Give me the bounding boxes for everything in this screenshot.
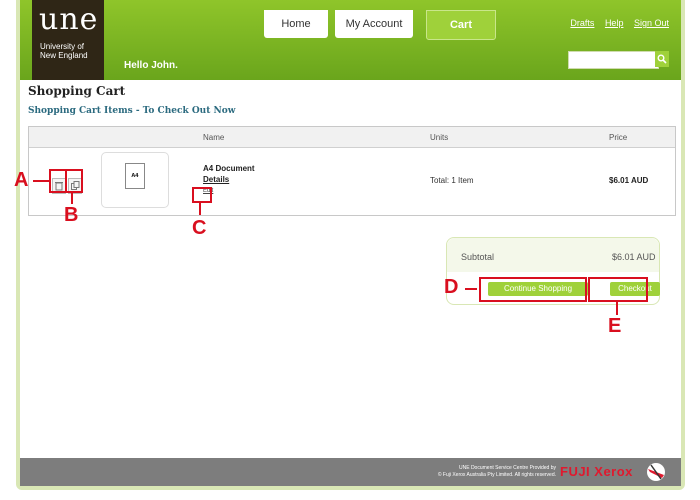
annotation-line-d [465,288,477,290]
annotation-letter-b: B [64,204,79,226]
item-units: Total: 1 Item [430,176,474,185]
tab-cart[interactable]: Cart [426,10,496,40]
tab-my-account[interactable]: My Account [335,10,413,38]
annotation-line-a [33,180,49,182]
help-link[interactable]: Help [605,18,624,28]
annotation-line-c [199,201,201,215]
subtotal-label: Subtotal [461,252,495,262]
document-thumbnail: A4 [101,152,169,208]
fuji-xerox-logo: FUJI Xerox [560,464,633,479]
column-header-name: Name [203,133,225,142]
column-header-units: Units [430,133,449,142]
search-icon[interactable] [655,51,669,67]
cart-table: Name Units Price A4 A4 Document Details … [28,126,676,216]
annotation-box-e [588,277,648,302]
page-content: une University of New England Hello John… [20,0,681,486]
section-title: Shopping Cart Items - To Check Out Now [28,106,236,116]
annotation-box-b [65,169,83,193]
tab-home[interactable]: Home [264,10,328,38]
table-header: Name Units Price [29,127,675,148]
item-name: A4 Document [203,164,255,173]
une-logo[interactable]: une University of New England [32,0,104,80]
site-header: une University of New England Hello John… [20,0,681,80]
annotation-box-d [479,277,587,302]
logo-subtitle-line1: University of [40,42,85,51]
annotation-line-b [71,191,73,204]
subtotal-value: $6.01 AUD [612,252,656,262]
table-row: A4 A4 Document Details Edit Total: 1 Ite… [29,148,675,215]
annotation-letter-c: C [192,217,207,239]
logo-subtitle: University of New England [40,42,88,60]
xerox-sphere-icon [647,463,665,481]
search-input[interactable] [568,51,659,69]
footer-line-2: © Fuji Xerox Australia Pty Limited. All … [437,472,556,478]
sign-out-link[interactable]: Sign Out [634,18,669,28]
top-links: Drafts Help Sign Out [562,18,669,28]
greeting-text: Hello John. [124,60,178,71]
drafts-link[interactable]: Drafts [570,18,594,28]
logo-text: une [39,2,99,37]
footer-line-1: UNE Document Service Centre Provided by [459,465,556,471]
annotation-letter-a: A [14,169,29,191]
annotation-letter-e: E [608,315,622,337]
column-header-price: Price [609,133,628,142]
footer-credit: UNE Document Service Centre Provided by … [366,465,556,479]
annotation-line-e [616,300,618,315]
site-footer: UNE Document Service Centre Provided by … [20,458,681,486]
item-price: $6.01 AUD [609,176,649,185]
logo-subtitle-line2: New England [40,51,88,60]
thumbnail-page: A4 [125,163,145,189]
details-link[interactable]: Details [203,175,229,184]
page-title: Shopping Cart [28,84,126,98]
page-frame: une University of New England Hello John… [16,0,685,490]
annotation-box-c [192,187,212,203]
annotation-letter-d: D [444,276,459,298]
